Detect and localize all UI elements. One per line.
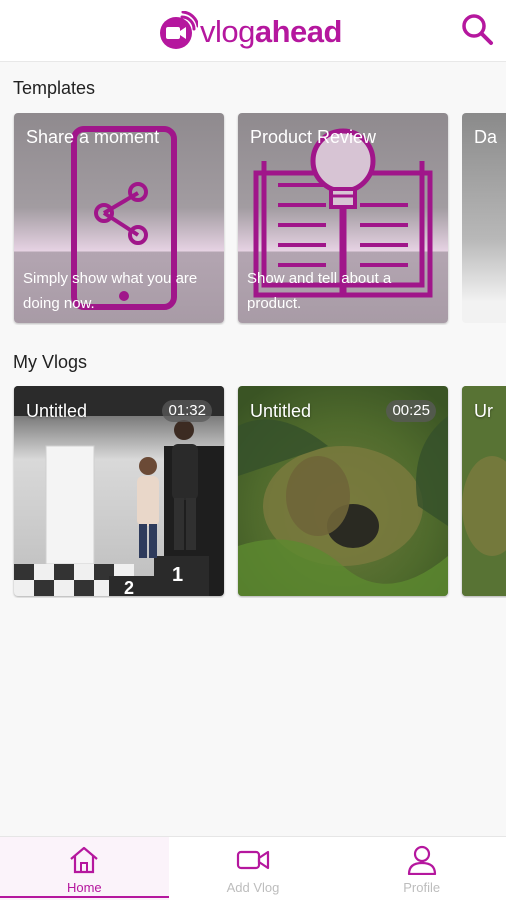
vlog-card[interactable]: 2 1 Untitled 01:32: [14, 386, 224, 596]
nav-add-vlog[interactable]: Add Vlog: [169, 837, 338, 900]
logo-prefix: vlog: [200, 13, 255, 49]
svg-text:2: 2: [124, 578, 134, 596]
video-camera-icon: [236, 844, 270, 876]
templates-section-title: Templates: [13, 78, 96, 98]
camera-signal-icon: [158, 10, 200, 51]
vlogs-carousel[interactable]: 2 1 Untitled 01:32 Untitled 00:25 Ur: [0, 386, 506, 598]
logo-wordmark: vlogahead: [200, 16, 342, 47]
vlog-title: Untitled: [250, 401, 312, 421]
svg-text:1: 1: [172, 564, 183, 586]
template-description: Show and tell about a product.: [247, 270, 392, 312]
nav-home-label: Home: [66, 880, 102, 895]
template-description: Simply show what you are doing now.: [23, 270, 198, 312]
template-card-share-moment[interactable]: Share a moment Simply show what you are …: [14, 113, 224, 323]
vlog-card[interactable]: Untitled 00:25: [238, 386, 448, 596]
nav-home[interactable]: Home: [0, 837, 169, 900]
vlog-title: Untitled: [26, 401, 88, 421]
vlog-duration-badge: 00:25: [386, 400, 436, 422]
my-vlogs-section-title: My Vlogs: [13, 352, 88, 372]
user-icon: [405, 844, 439, 876]
vlog-card-partial[interactable]: Ur: [462, 386, 506, 596]
search-icon: [460, 12, 494, 51]
logo-suffix: ahead: [254, 13, 343, 49]
home-icon: [67, 844, 101, 876]
template-title: Share a moment: [26, 127, 160, 147]
app-logo[interactable]: vlogahead: [158, 10, 342, 52]
bottom-navigation: Home Add Vlog Profile: [0, 836, 506, 900]
template-card-product-review[interactable]: Product Review Show and tell about a pro…: [238, 113, 448, 323]
app-header: vlogahead: [0, 0, 506, 62]
nav-add-vlog-label: Add Vlog: [226, 880, 280, 895]
template-title: Da: [474, 127, 498, 147]
vlog-duration-badge: 01:32: [162, 400, 212, 422]
app-root: vlogahead Templates Share a moment Simpl…: [0, 0, 506, 900]
template-title: Product Review: [250, 127, 377, 147]
nav-profile[interactable]: Profile: [337, 837, 506, 900]
templates-carousel[interactable]: Share a moment Simply show what you are …: [0, 113, 506, 325]
nav-profile-label: Profile: [403, 880, 441, 895]
vlog-title: Ur: [474, 401, 493, 421]
template-card-partial[interactable]: Da: [462, 113, 506, 323]
search-button[interactable]: [458, 12, 496, 50]
